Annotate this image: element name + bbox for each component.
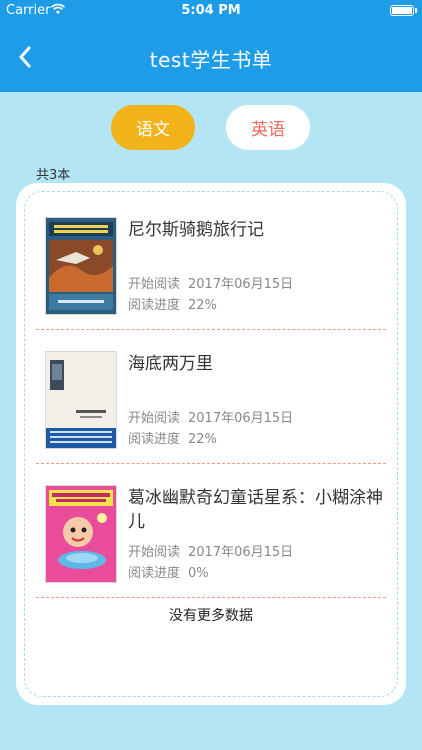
battery-icon: [390, 5, 417, 16]
book-item[interactable]: 尼尔斯骑鹅旅行记 开始阅读 2017年06月15日 阅读进度 22%: [36, 196, 386, 330]
start-date: 2017年06月15日: [188, 411, 294, 426]
start-date: 2017年06月15日: [188, 277, 294, 292]
book-title: 葛冰幽默奇幻童话星系：小糊涂神儿: [128, 488, 383, 532]
no-more-data-label: 没有更多数据: [169, 608, 253, 624]
book-cover-image: [46, 352, 116, 448]
progress-label: 阅读进度: [128, 566, 181, 581]
book-count: 共3本: [36, 168, 71, 183]
book-item[interactable]: 葛冰幽默奇幻童话星系：小糊涂神儿 开始阅读 2017年06月15日 阅读进度 0%: [36, 464, 386, 598]
progress-label: 阅读进度: [128, 298, 181, 313]
book-start-row: 开始阅读 2017年06月15日: [128, 541, 293, 560]
status-bar: Carrier 5:04 PM: [0, 0, 422, 22]
start-date: 2017年06月15日: [188, 545, 294, 560]
nav-bar: test学生书单: [0, 22, 422, 92]
progress-value: 0%: [188, 566, 209, 581]
book-progress-row: 阅读进度 22%: [128, 428, 217, 447]
subject-tabs: 语文 英语: [0, 105, 422, 151]
start-label: 开始阅读: [128, 411, 181, 426]
book-progress-row: 阅读进度 22%: [128, 294, 217, 313]
progress-value: 22%: [188, 432, 217, 447]
book-cover-image: [46, 218, 116, 314]
start-label: 开始阅读: [128, 545, 181, 560]
book-progress-row: 阅读进度 0%: [128, 562, 209, 581]
tab-chinese[interactable]: 语文: [111, 105, 195, 150]
book-item[interactable]: 海底两万里 开始阅读 2017年06月15日 阅读进度 22%: [36, 330, 386, 464]
book-cover-image: [46, 486, 116, 582]
page-title: test学生书单: [149, 48, 273, 72]
tab-english[interactable]: 英语: [226, 105, 310, 150]
book-title: 海底两万里: [128, 354, 213, 374]
status-time: 5:04 PM: [181, 3, 241, 18]
book-start-row: 开始阅读 2017年06月15日: [128, 273, 293, 292]
book-list-card: 尼尔斯骑鹅旅行记 开始阅读 2017年06月15日 阅读进度 22% 海底两万里 开…: [16, 183, 406, 705]
book-start-row: 开始阅读 2017年06月15日: [128, 407, 293, 426]
progress-label: 阅读进度: [128, 432, 181, 447]
start-label: 开始阅读: [128, 277, 181, 292]
book-title: 尼尔斯骑鹅旅行记: [128, 220, 264, 240]
progress-value: 22%: [188, 298, 217, 313]
